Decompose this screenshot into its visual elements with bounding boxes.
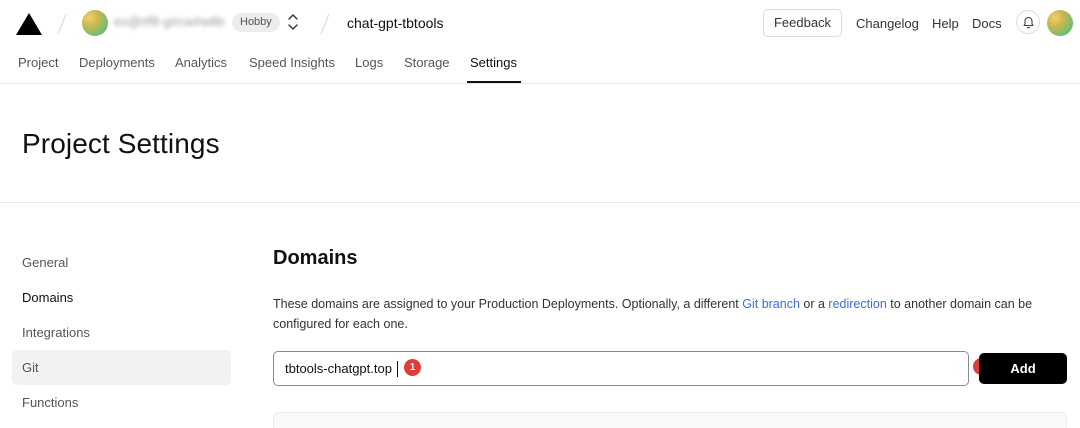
user-avatar[interactable] <box>1047 10 1073 36</box>
plan-badge: Hobby <box>232 13 280 32</box>
sidebar-item-domains[interactable]: Domains <box>12 280 231 315</box>
section-title: Domains <box>273 247 358 269</box>
bell-icon <box>1023 16 1034 29</box>
team-name[interactable]: ex@#f8-g#cw#w8b <box>114 14 226 30</box>
tab-project[interactable]: Project <box>18 55 58 70</box>
tab-logs[interactable]: Logs <box>355 55 383 70</box>
page-title: Project Settings <box>22 128 220 159</box>
feedback-button[interactable]: Feedback <box>763 9 842 37</box>
tab-speed-insights[interactable]: Speed Insights <box>249 55 335 70</box>
page-header: Project Settings <box>0 84 1080 203</box>
sidebar-item-git[interactable]: Git <box>12 350 231 385</box>
sidebar-item-functions[interactable]: Functions <box>12 385 231 420</box>
description-text: or a <box>799 297 829 311</box>
domain-input[interactable]: tbtools-chatgpt.top <box>273 351 969 386</box>
annotation-marker-1: 1 <box>404 359 421 376</box>
sidebar-item-integrations[interactable]: Integrations <box>12 315 231 350</box>
team-avatar[interactable] <box>82 10 108 36</box>
tab-analytics[interactable]: Analytics <box>175 55 227 70</box>
separator-slash-icon <box>57 13 67 35</box>
project-name[interactable]: chat-gpt-tbtools <box>347 15 444 31</box>
project-tabs: Project Deployments Analytics Speed Insi… <box>0 46 1080 84</box>
top-bar: ex@#f8-g#cw#w8b Hobby chat-gpt-tbtools F… <box>0 0 1080 46</box>
separator-slash-icon <box>320 13 330 35</box>
text-caret <box>397 361 398 377</box>
notifications-button[interactable] <box>1016 10 1040 34</box>
docs-link[interactable]: Docs <box>972 16 1002 31</box>
domain-input-value: tbtools-chatgpt.top <box>285 361 392 376</box>
vercel-logo-icon[interactable] <box>16 13 42 35</box>
tab-storage[interactable]: Storage <box>404 55 450 70</box>
description-text: These domains are assigned to your Produ… <box>273 297 743 311</box>
changelog-link[interactable]: Changelog <box>856 16 919 31</box>
tab-deployments[interactable]: Deployments <box>79 55 155 70</box>
help-link[interactable]: Help <box>932 16 959 31</box>
tab-settings[interactable]: Settings <box>470 55 517 70</box>
chevron-updown-icon[interactable] <box>286 12 300 32</box>
sidebar-item-general[interactable]: General <box>12 245 231 280</box>
section-description: These domains are assigned to your Produ… <box>273 294 1073 334</box>
add-domain-button[interactable]: Add <box>979 353 1067 384</box>
redirection-link[interactable]: redirection <box>828 297 886 311</box>
git-branch-link[interactable]: Git branch <box>742 297 800 311</box>
domain-card <box>273 412 1067 428</box>
active-tab-indicator <box>467 81 521 83</box>
